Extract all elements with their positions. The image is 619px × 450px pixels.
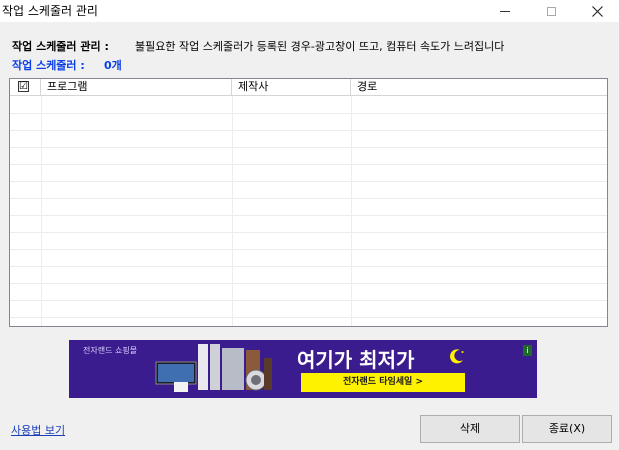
scheduler-list[interactable]: ☑ 프로그램 제작사 경로 (9, 78, 608, 327)
count-value: 0개 (104, 59, 122, 72)
minimize-icon (500, 10, 510, 12)
close-icon (591, 5, 603, 17)
header-select-all[interactable]: ☑ (10, 79, 41, 95)
delete-button[interactable]: 삭제 (420, 415, 520, 443)
ad-banner[interactable]: 전자랜드 쇼핑몰 여기가 최저가 전자랜드 타임세일 > i (69, 340, 537, 398)
banner-cta-button[interactable]: 전자랜드 타임세일 > (301, 373, 465, 392)
list-header: ☑ 프로그램 제작사 경로 (10, 79, 607, 96)
select-all-checkbox[interactable]: ☑ (18, 81, 29, 92)
info-description: 불필요한 작업 스케줄러가 등록된 경우-광고창이 뜨고, 컴퓨터 속도가 느려… (135, 40, 505, 53)
close-window-button[interactable] (574, 0, 619, 22)
banner-headline: 여기가 최저가 (297, 348, 415, 372)
info-label: 작업 스케줄러 관리 : (12, 40, 109, 53)
window-title: 작업 스케줄러 관리 (2, 4, 98, 18)
minimize-button[interactable] (482, 0, 528, 22)
header-maker[interactable]: 제작사 (232, 79, 351, 95)
maximize-button[interactable] (528, 0, 574, 22)
header-path[interactable]: 경로 (351, 79, 607, 95)
help-link[interactable]: 사용법 보기 (11, 422, 65, 438)
maximize-icon (546, 6, 556, 16)
count-label: 작업 스케줄러 : (12, 59, 85, 72)
exit-button[interactable]: 종료(X) (522, 415, 612, 443)
banner-brand: 전자랜드 쇼핑몰 (83, 346, 138, 355)
header-program[interactable]: 프로그램 (41, 79, 232, 95)
ad-info-badge[interactable]: i (523, 345, 532, 356)
appliances-image (155, 344, 272, 392)
title-bar: 작업 스케줄러 관리 (0, 0, 619, 22)
list-body[interactable] (10, 96, 607, 326)
moon-icon (450, 349, 464, 364)
